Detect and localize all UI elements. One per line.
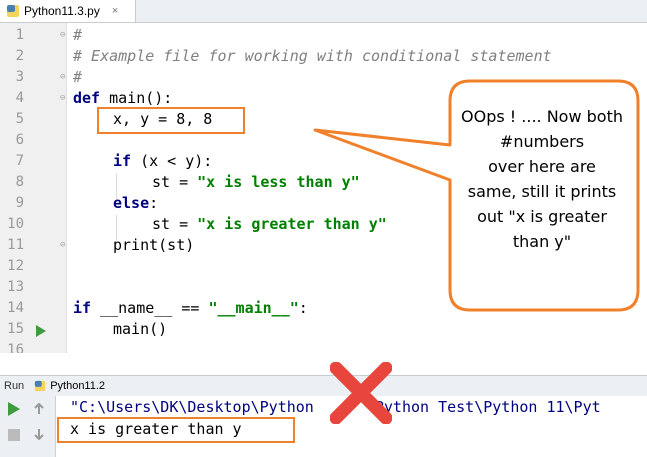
run-console[interactable]: "C:\Users\DK\Desktop\Python \Python Test\… [0,396,647,457]
red-x-icon [330,362,392,424]
run-panel-header: Run Python11.2 [0,375,647,397]
console-toolbar [0,396,56,457]
run-config-name[interactable]: Python11.2 [50,380,105,392]
output-highlight-box [57,417,295,443]
callout-line: than y" [512,232,572,251]
run-panel-label: Run [4,380,25,392]
callout-line: over here are [488,157,596,176]
callout-line: out "x is greater [477,207,607,226]
callout-line: same, still it prints [467,182,617,201]
callout-line: OOps ! .... Now both [461,107,623,126]
console-command-tail: \Python Test\Python 11\Pyt [365,398,601,416]
console-command: "C:\Users\DK\Desktop\Python [70,398,314,416]
stop-icon[interactable] [8,429,20,441]
python-file-icon [35,380,46,392]
scroll-down-icon[interactable] [33,428,45,440]
run-icon[interactable] [8,402,20,416]
scroll-up-icon[interactable] [33,403,45,415]
callout-line: #numbers [499,132,585,151]
callout-text: OOps ! .... Now both #numbers over here … [452,104,632,254]
